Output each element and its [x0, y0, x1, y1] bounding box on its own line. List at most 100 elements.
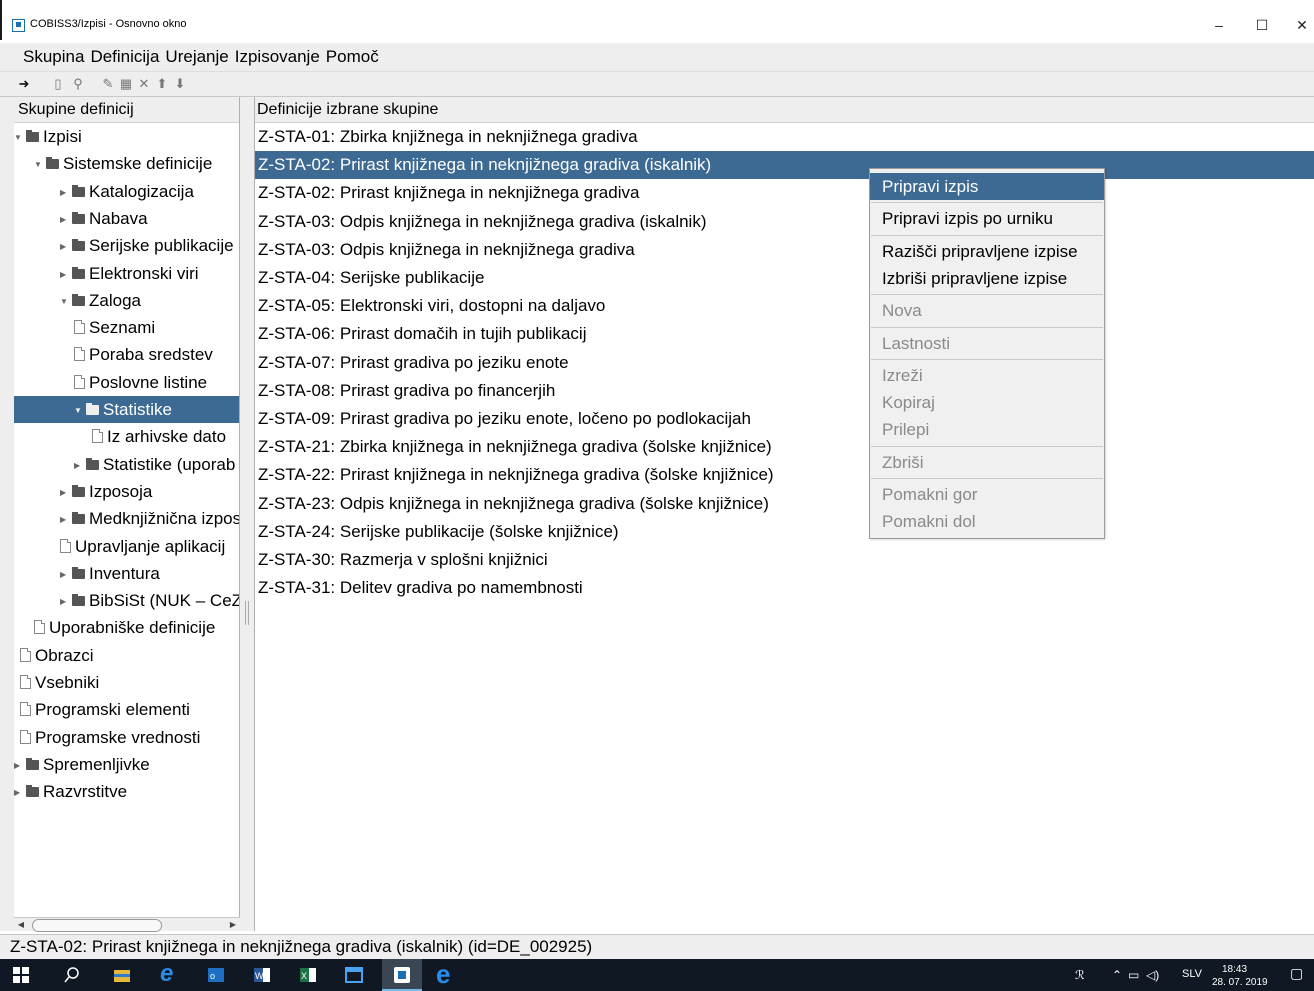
copy-icon[interactable]: ▦	[118, 76, 134, 92]
tree-item[interactable]: ▼ Zaloga	[14, 287, 239, 315]
window-app-icon[interactable]	[344, 965, 364, 985]
context-menu-item[interactable]: Pripravi izpis po urniku	[870, 205, 1104, 232]
search-icon[interactable]	[62, 965, 82, 985]
tree-item[interactable]: ▼ Statistike	[14, 396, 239, 424]
scrollbar-thumb[interactable]	[32, 919, 162, 932]
tree-item[interactable]: ▶ BibSiSt (NUK – CeZ	[14, 587, 239, 615]
context-menu-item[interactable]: Pripravi izpis	[870, 173, 1104, 200]
expanded-arrow-icon[interactable]: ▼	[60, 288, 70, 315]
tree-item[interactable]: ▶ Statistike (uporab	[14, 451, 239, 479]
expanded-arrow-icon[interactable]: ▼	[74, 397, 84, 424]
menu-definicija[interactable]: Definicija	[87, 43, 162, 67]
definition-row[interactable]: Z-STA-23: Odpis knjižnega in neknjižnega…	[255, 490, 1314, 518]
definition-row[interactable]: Z-STA-08: Prirast gradiva po financerjih	[255, 377, 1314, 405]
expanded-arrow-icon[interactable]: ▼	[14, 124, 24, 151]
maximize-button[interactable]: ☐	[1242, 14, 1282, 36]
collapsed-arrow-icon[interactable]: ▶	[14, 752, 24, 779]
network-icon[interactable]: ▭	[1128, 968, 1139, 982]
tree-item[interactable]: ▼ Sistemske definicije	[14, 150, 239, 178]
new-document-icon[interactable]: ▯	[50, 76, 66, 92]
clock-time[interactable]: 18:43	[1222, 964, 1247, 975]
delete-x-icon[interactable]: ✕	[136, 76, 152, 92]
definition-row[interactable]: Z-STA-02: Prirast knjižnega in neknjižne…	[255, 179, 1314, 207]
context-menu-item[interactable]: Izbriši pripravljene izpise	[870, 265, 1104, 292]
menu-skupina[interactable]: Skupina	[0, 43, 87, 67]
tree-item[interactable]: Uporabniške definicije	[14, 614, 239, 641]
menu-urejanje[interactable]: Urejanje	[162, 43, 231, 67]
definition-row[interactable]: Z-STA-03: Odpis knjižnega in neknjižnega…	[255, 208, 1314, 236]
scroll-left-icon[interactable]: ◀	[14, 918, 28, 931]
file-explorer-icon[interactable]	[112, 965, 132, 985]
definition-row[interactable]: Z-STA-06: Prirast domačih in tujih publi…	[255, 320, 1314, 348]
expanded-arrow-icon[interactable]: ▼	[34, 151, 44, 178]
tree-item[interactable]: ▶ Medknjižnična izpos	[14, 505, 239, 533]
people-icon[interactable]: ℛ	[1075, 968, 1085, 982]
menu-pomoc[interactable]: Pomoč	[323, 43, 382, 67]
tree-item[interactable]: Upravljanje aplikacij	[14, 533, 239, 560]
notifications-icon[interactable]: ▢	[1290, 965, 1303, 982]
definition-row[interactable]: Z-STA-07: Prirast gradiva po jeziku enot…	[255, 349, 1314, 377]
tree-item[interactable]: Programske vrednosti	[14, 724, 239, 751]
volume-icon[interactable]: ◁)	[1146, 968, 1159, 982]
edit-pencil-icon[interactable]: ✎	[100, 76, 116, 92]
collapsed-arrow-icon[interactable]: ▶	[60, 588, 70, 615]
definition-row[interactable]: Z-STA-24: Serijske publikacije (šolske k…	[255, 518, 1314, 546]
definition-row[interactable]: Z-STA-05: Elektronski viri, dostopni na …	[255, 292, 1314, 320]
cobiss-taskbar-icon[interactable]	[392, 965, 412, 985]
windows-start-icon[interactable]	[12, 966, 30, 984]
menu-izpisovanje[interactable]: Izpisovanje	[232, 43, 323, 67]
tray-chevron-icon[interactable]: ⌃	[1112, 968, 1122, 982]
excel-icon[interactable]: X	[298, 965, 318, 985]
back-arrow-icon[interactable]: ➜	[16, 76, 32, 92]
collapsed-arrow-icon[interactable]: ▶	[60, 479, 70, 506]
tree-item[interactable]: ▶ Nabava	[14, 205, 239, 233]
move-down-icon[interactable]: ⬇	[172, 76, 188, 92]
collapsed-arrow-icon[interactable]: ▶	[74, 452, 84, 479]
outlook-icon[interactable]: o	[206, 965, 226, 985]
definition-row[interactable]: Z-STA-03: Odpis knjižnega in neknjižnega…	[255, 236, 1314, 264]
panel-splitter[interactable]	[240, 97, 254, 931]
definition-row[interactable]: Z-STA-01: Zbirka knjižnega in neknjižneg…	[255, 123, 1314, 151]
tree-item[interactable]: Seznami	[14, 314, 239, 341]
definition-row[interactable]: Z-STA-09: Prirast gradiva po jeziku enot…	[255, 405, 1314, 433]
tree-item[interactable]: ▶ Spremenljivke	[14, 751, 239, 779]
definition-row[interactable]: Z-STA-02: Prirast knjižnega in neknjižne…	[255, 151, 1314, 180]
tree-item[interactable]: Poslovne listine	[14, 369, 239, 396]
tree-item[interactable]: Programski elementi	[14, 696, 239, 723]
splitter-grip[interactable]	[245, 601, 249, 625]
search-icon[interactable]: ⚲	[70, 76, 86, 92]
tree-item[interactable]: ▶ Katalogizacija	[14, 178, 239, 206]
close-button[interactable]: ✕	[1282, 14, 1314, 36]
definition-row[interactable]: Z-STA-21: Zbirka knjižnega in neknjižneg…	[255, 433, 1314, 461]
tree-item[interactable]: ▶ Elektronski viri	[14, 260, 239, 288]
collapsed-arrow-icon[interactable]: ▶	[60, 261, 70, 288]
internet-explorer-icon[interactable]: e	[160, 961, 180, 987]
collapsed-arrow-icon[interactable]: ▶	[14, 779, 24, 806]
tree-item[interactable]: ▶ Izposoja	[14, 478, 239, 506]
word-icon[interactable]: W	[252, 965, 272, 985]
collapsed-arrow-icon[interactable]: ▶	[60, 206, 70, 233]
definition-row[interactable]: Z-STA-22: Prirast knjižnega in neknjižne…	[255, 461, 1314, 489]
tree-item[interactable]: ▶ Razvrstitve	[14, 778, 239, 806]
tree-horizontal-scrollbar[interactable]: ◀ ▶	[14, 917, 240, 932]
move-up-icon[interactable]: ⬆	[154, 76, 170, 92]
collapsed-arrow-icon[interactable]: ▶	[60, 561, 70, 588]
tree-item[interactable]: Vsebniki	[14, 669, 239, 696]
edge-browser-icon[interactable]: e	[436, 959, 456, 989]
definition-row[interactable]: Z-STA-30: Razmerja v splošni knjižnici	[255, 546, 1314, 574]
definition-row[interactable]: Z-STA-04: Serijske publikacije	[255, 264, 1314, 292]
definition-row[interactable]: Z-STA-31: Delitev gradiva po namembnosti	[255, 574, 1314, 602]
collapsed-arrow-icon[interactable]: ▶	[60, 506, 70, 533]
tree-item[interactable]: ▶ Inventura	[14, 560, 239, 588]
language-indicator[interactable]: SLV	[1182, 968, 1202, 980]
context-menu-item[interactable]: Razišči pripravljene izpise	[870, 238, 1104, 265]
scroll-right-icon[interactable]: ▶	[226, 918, 240, 931]
tree-item[interactable]: ▼ Izpisi	[14, 123, 239, 151]
minimize-button[interactable]: –	[1199, 14, 1239, 36]
tree-item[interactable]: Iz arhivske dato	[14, 423, 239, 450]
tree-item[interactable]: Obrazci	[14, 642, 239, 669]
collapsed-arrow-icon[interactable]: ▶	[60, 233, 70, 260]
tree-item[interactable]: Poraba sredstev	[14, 341, 239, 368]
clock-date[interactable]: 28. 07. 2019	[1212, 977, 1268, 988]
collapsed-arrow-icon[interactable]: ▶	[60, 179, 70, 206]
